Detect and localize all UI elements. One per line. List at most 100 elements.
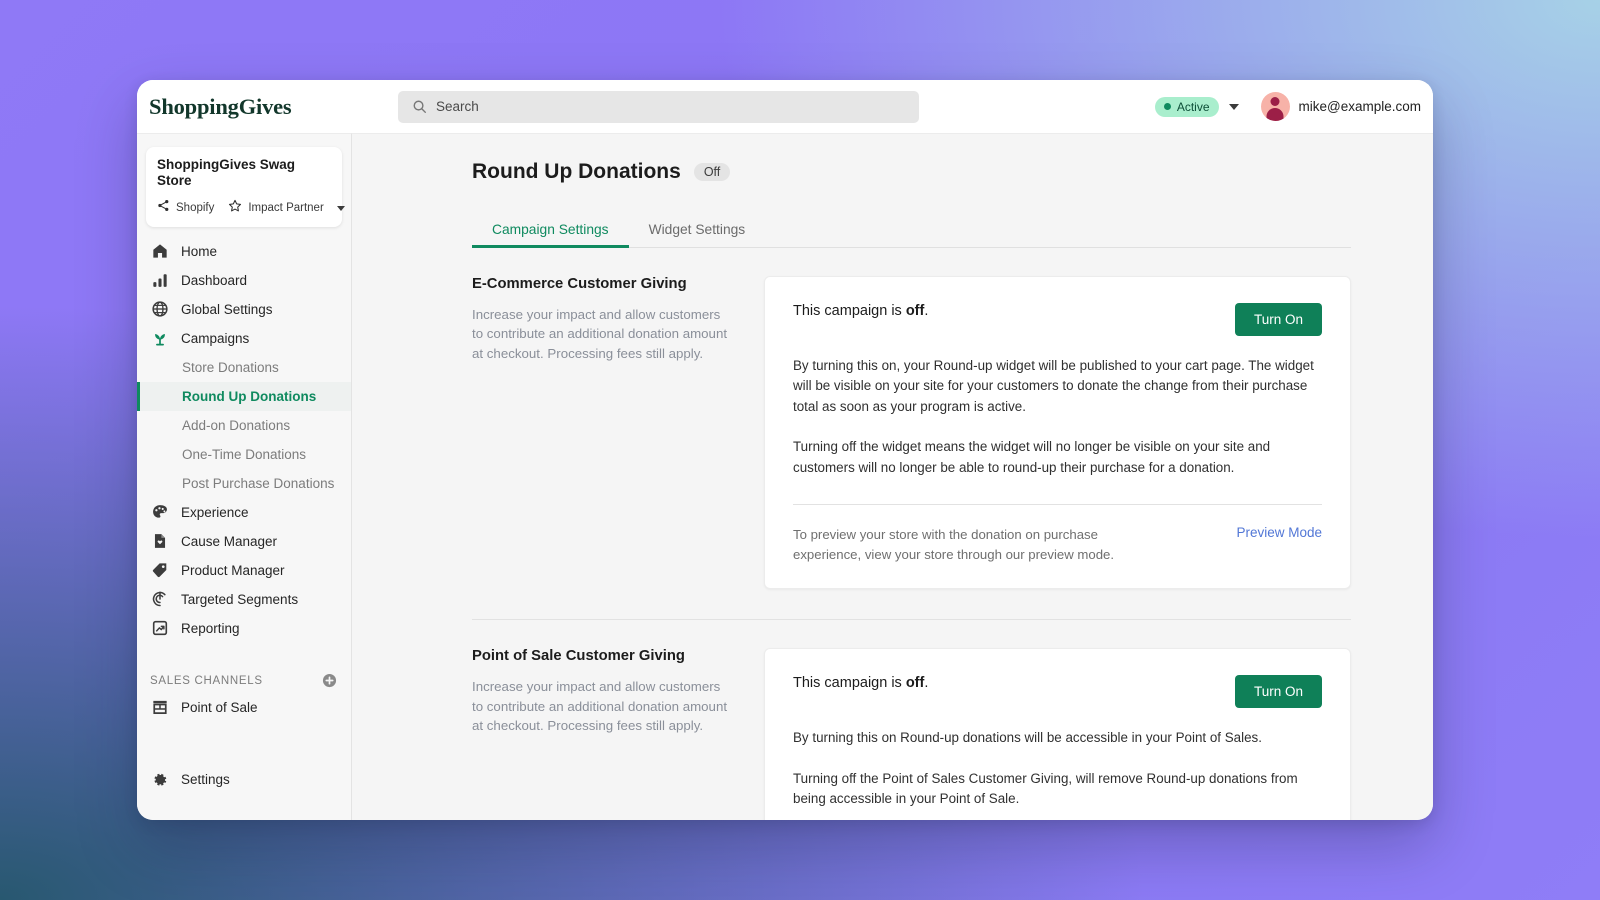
status-chevron-down-icon[interactable] (1228, 103, 1239, 110)
campaign-card-header: This campaign is off. Turn On (793, 303, 1322, 336)
page-title: Round Up Donations (472, 160, 681, 183)
section-title: E-Commerce Customer Giving (472, 276, 687, 292)
page-status-badge: Off (693, 163, 731, 181)
app-body: ShoppingGives Swag Store Shopify Impact … (137, 133, 1433, 820)
campaign-state-suffix: . (924, 675, 929, 692)
search-icon (412, 99, 427, 114)
store-partner[interactable]: Impact Partner (228, 199, 345, 218)
user-email[interactable]: mike@example.com (1299, 99, 1422, 114)
plant-icon (150, 329, 169, 348)
main-content: Round Up Donations Off Campaign Settings… (352, 133, 1433, 820)
globe-icon (150, 300, 169, 319)
campaign-paragraph-2: Turning off the widget means the widget … (793, 439, 1271, 475)
sidebar-item-label: Point of Sale (181, 699, 258, 715)
sidebar-item-label: Cause Manager (181, 533, 278, 549)
sidebar-item-settings[interactable]: Settings (137, 765, 351, 794)
brand-logo[interactable]: ShoppingGives (137, 94, 352, 120)
status-badge-label: Active (1176, 99, 1210, 114)
store-selector-card[interactable]: ShoppingGives Swag Store Shopify Impact … (146, 147, 345, 227)
add-sales-channel-plus-icon[interactable] (322, 673, 337, 688)
sidebar-item-experience[interactable]: Experience (137, 498, 351, 527)
top-bar: ShoppingGives Active mike@example.com (137, 80, 1433, 133)
sidebar-item-point-of-sale[interactable]: Point of Sale (137, 693, 351, 722)
turn-on-button[interactable]: Turn On (1234, 675, 1322, 709)
store-platform-label: Shopify (176, 202, 215, 215)
sales-channels-title: SALES CHANNELS (150, 674, 263, 687)
sidebar-subitem-add-on-donations[interactable]: Add-on Donations (137, 411, 351, 440)
tag-icon (150, 561, 169, 580)
sidebar-subitem-round-up-donations[interactable]: Round Up Donations (137, 381, 351, 411)
sidebar-item-label: Campaigns (181, 330, 250, 346)
campaign-paragraph-1: By turning this on, your Round-up widget… (793, 358, 1314, 414)
tab-campaign-settings[interactable]: Campaign Settings (472, 214, 629, 248)
status-badge[interactable]: Active (1154, 96, 1219, 117)
campaign-state-value: off (905, 675, 925, 692)
store-meta: Shopify Impact Partner (157, 199, 345, 218)
tab-widget-settings[interactable]: Widget Settings (629, 214, 766, 247)
store-chevron-down-icon[interactable] (336, 205, 345, 211)
sidebar-item-label: Targeted Segments (181, 591, 299, 607)
campaign-paragraph-1: By turning this on Round-up donations wi… (793, 730, 1262, 746)
section-description: Increase your impact and allow customers… (472, 679, 728, 733)
campaign-card: This campaign is off. Turn On By turning… (764, 276, 1351, 590)
tab-label: Widget Settings (648, 222, 746, 237)
sidebar-subitem-label: Store Donations (182, 359, 279, 375)
campaign-state-prefix: This campaign is (793, 675, 906, 692)
store-partner-label: Impact Partner (248, 202, 324, 215)
avatar[interactable] (1260, 92, 1290, 121)
preview-mode-link[interactable]: Preview Mode (1236, 525, 1322, 540)
sidebar-item-dashboard[interactable]: Dashboard (137, 266, 351, 295)
sidebar: ShoppingGives Swag Store Shopify Impact … (137, 133, 352, 820)
sidebar-item-product-manager[interactable]: Product Manager (137, 556, 351, 585)
bar-chart-icon (150, 271, 169, 290)
gear-icon (150, 770, 169, 789)
sidebar-item-global-settings[interactable]: Global Settings (137, 295, 351, 324)
sidebar-item-label: Product Manager (181, 562, 285, 578)
share-icon (157, 199, 170, 217)
section-description: Increase your impact and allow customers… (472, 307, 728, 361)
card-divider (793, 503, 1322, 505)
star-icon (228, 199, 242, 218)
campaign-state-prefix: This campaign is (793, 303, 906, 319)
sidebar-subitem-post-purchase-donations[interactable]: Post Purchase Donations (137, 469, 351, 498)
campaign-state-suffix: . (924, 303, 929, 319)
sidebar-subitem-label: Add-on Donations (182, 417, 291, 433)
campaign-state-value: off (905, 303, 925, 319)
sidebar-subitem-store-donations[interactable]: Store Donations (137, 353, 351, 382)
sidebar-item-campaigns[interactable]: Campaigns (137, 324, 351, 353)
tab-label: Campaign Settings (492, 222, 609, 237)
campaign-card-header: This campaign is off. Turn On (793, 675, 1322, 709)
section-point-of-sale-customer-giving: Point of Sale Customer Giving Increase y… (472, 648, 1351, 820)
campaign-card: This campaign is off. Turn On By turning… (764, 648, 1351, 820)
sales-channels-section-header: SALES CHANNELS (137, 669, 351, 693)
sidebar-nav: Home Dashboard Global Settings Campaigns… (137, 237, 351, 722)
campaign-paragraph-2: Turning off the Point of Sales Customer … (793, 770, 1298, 807)
report-trend-icon (150, 619, 169, 638)
store-name: ShoppingGives Swag Store (157, 157, 296, 189)
search-bar[interactable] (398, 90, 919, 123)
sidebar-subitem-label: Round Up Donations (182, 388, 317, 404)
section-description-block: E-Commerce Customer Giving Increase your… (472, 276, 764, 363)
search-input[interactable] (436, 99, 905, 114)
sidebar-subitem-one-time-donations[interactable]: One-Time Donations (137, 440, 351, 469)
sidebar-item-reporting[interactable]: Reporting (137, 614, 351, 643)
target-icon (150, 590, 169, 609)
sidebar-item-home[interactable]: Home (137, 237, 351, 266)
sidebar-item-label: Settings (181, 772, 230, 787)
campaign-state-text: This campaign is off. (793, 303, 928, 319)
sidebar-item-cause-manager[interactable]: Cause Manager (137, 527, 351, 556)
section-description-block: Point of Sale Customer Giving Increase y… (472, 648, 764, 735)
sidebar-item-label: Dashboard (181, 272, 248, 288)
palette-icon (150, 503, 169, 522)
sidebar-subitem-label: One-Time Donations (182, 446, 307, 462)
sidebar-item-label: Home (181, 243, 218, 259)
sidebar-item-label: Reporting (181, 620, 240, 636)
tab-bar: Campaign Settings Widget Settings (472, 214, 1351, 248)
sidebar-item-label: Global Settings (181, 301, 273, 317)
section-separator (472, 619, 1351, 621)
sidebar-item-targeted-segments[interactable]: Targeted Segments (137, 585, 351, 614)
turn-on-button[interactable]: Turn On (1234, 303, 1322, 336)
document-heart-icon (150, 532, 169, 551)
page-header: Round Up Donations Off (352, 160, 1433, 184)
sidebar-item-label: Experience (181, 504, 249, 520)
